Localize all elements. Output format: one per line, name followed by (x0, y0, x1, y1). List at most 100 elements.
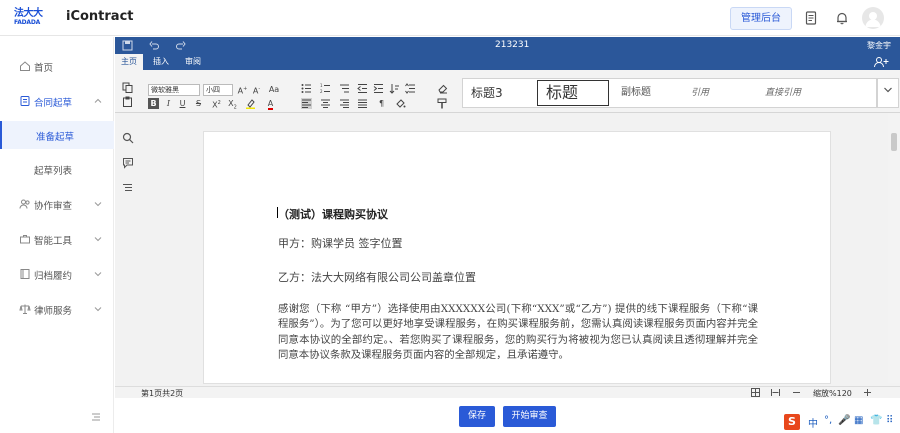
start-review-button[interactable]: 开始审查 (503, 406, 556, 427)
tab-insert[interactable]: 插入 (147, 54, 175, 70)
sidebar-item-archive[interactable]: 归档履约 (0, 260, 114, 288)
sidebar-item-label: 起草列表 (34, 166, 73, 177)
align-left-icon[interactable] (301, 98, 312, 109)
sidebar-subitem-prepare-draft[interactable]: 准备起草 (0, 121, 114, 149)
strikethrough-icon[interactable]: S (193, 98, 204, 109)
word-editor: 213231 黎金宇 主页 插入 审阅 微软雅黑 小四 A+ A- Aa B I… (115, 37, 900, 398)
formatting-toolbar: 微软雅黑 小四 A+ A- Aa B I U S X2 X2 A 12 ¶ 标题… (115, 70, 900, 113)
microphone-icon[interactable]: 🎤 (838, 415, 850, 426)
redo-icon[interactable] (175, 40, 186, 51)
font-color-icon[interactable]: A (265, 98, 276, 110)
chevron-down-icon (94, 270, 102, 278)
ime-punctuation-icon[interactable]: °, (824, 415, 832, 426)
change-case-icon[interactable]: Aa (266, 84, 282, 95)
document-icon[interactable] (803, 10, 819, 26)
bell-icon[interactable] (834, 10, 850, 26)
logo-text-cn: 法大大 (14, 8, 43, 19)
editor-user-name: 黎金宇 (867, 41, 891, 50)
skin-icon[interactable]: 👕 (870, 415, 882, 426)
svg-text:1: 1 (320, 83, 323, 88)
chevron-down-icon (94, 305, 102, 313)
bullet-list-icon[interactable] (301, 83, 312, 94)
shading-icon[interactable] (395, 98, 406, 109)
align-right-icon[interactable] (339, 98, 350, 109)
font-family-select[interactable]: 微软雅黑 (148, 84, 200, 96)
doc-heading[interactable]: （测试）课程购买协议 (278, 206, 388, 222)
style-title[interactable]: 标题 (537, 80, 609, 106)
tab-review[interactable]: 审阅 (179, 54, 207, 70)
numbered-list-icon[interactable]: 12 (320, 83, 331, 94)
users-icon (19, 198, 31, 210)
svg-text:2: 2 (320, 89, 323, 94)
keyboard-icon[interactable]: ▦ (854, 415, 863, 426)
style-quote[interactable]: 引用 (683, 79, 753, 107)
paste-icon[interactable] (122, 96, 133, 107)
scrollbar-thumb[interactable] (891, 133, 897, 151)
archive-icon (19, 268, 31, 280)
fit-page-icon[interactable] (751, 388, 760, 397)
add-user-icon[interactable] (873, 56, 889, 68)
editor-title-bar: 213231 黎金宇 (115, 37, 900, 54)
fadada-logo[interactable]: 法大大 FADADA (14, 9, 46, 29)
sort-icon[interactable] (389, 83, 400, 94)
sidebar-item-home[interactable]: 首页 (0, 52, 114, 80)
undo-icon[interactable] (149, 40, 160, 51)
justify-icon[interactable] (357, 98, 368, 109)
user-avatar[interactable] (862, 7, 884, 29)
sidebar-item-smart-tools[interactable]: 智能工具 (0, 225, 114, 253)
comment-icon[interactable] (122, 157, 134, 169)
shrink-font-icon[interactable]: A- (251, 84, 262, 96)
paragraph-mark-icon[interactable]: ¶ (376, 98, 387, 109)
home-icon (19, 60, 31, 72)
fit-width-icon[interactable] (771, 388, 780, 397)
chevron-down-icon (94, 235, 102, 243)
eraser-icon[interactable] (437, 83, 448, 94)
format-painter-icon[interactable] (437, 98, 448, 109)
subscript-icon[interactable]: X2 (227, 98, 238, 111)
zoom-in-icon[interactable] (863, 388, 872, 397)
italic-icon[interactable]: I (163, 98, 174, 109)
tab-home[interactable]: 主页 (115, 54, 143, 70)
ime-mode-chinese[interactable]: 中 (808, 415, 818, 430)
outline-icon[interactable] (122, 182, 134, 194)
document-page[interactable]: （测试）课程购买协议 甲方：购课学员 签字位置 乙方：法大大网络有限公司公司盖章… (203, 131, 831, 384)
sidebar-item-label: 首页 (34, 63, 54, 74)
highlight-icon[interactable] (245, 98, 256, 109)
style-heading3[interactable]: 标题3 (463, 79, 535, 107)
copy-icon[interactable] (122, 82, 133, 93)
ime-menu-icon[interactable]: ⠿ (886, 415, 893, 426)
doc-party-b[interactable]: 乙方：法大大网络有限公司公司盖章位置 (278, 269, 476, 285)
sidebar-item-collab-review[interactable]: 协作审查 (0, 190, 114, 218)
style-intense-quote[interactable]: 直接引用 (757, 79, 832, 107)
sidebar-item-contract-draft[interactable]: 合同起草 (0, 87, 114, 115)
grow-font-icon[interactable]: A+ (237, 84, 248, 96)
save-disk-icon[interactable] (122, 40, 133, 51)
sogou-logo-icon[interactable]: S (784, 414, 800, 430)
underline-icon[interactable]: U (177, 98, 188, 109)
doc-paragraph[interactable]: 感谢您（下称 “甲方”）选择使用由XXXXXX公司(下称“XXX”或“乙方”) … (278, 302, 758, 363)
search-icon[interactable] (122, 132, 134, 144)
align-center-icon[interactable] (320, 98, 331, 109)
sidebar-item-lawyer-service[interactable]: 律师服务 (0, 295, 114, 323)
superscript-icon[interactable]: X2 (211, 98, 222, 110)
admin-console-button[interactable]: 管理后台 (730, 7, 792, 30)
decrease-indent-icon[interactable] (357, 83, 368, 94)
styles-more-button[interactable] (877, 78, 899, 108)
increase-indent-icon[interactable] (373, 83, 384, 94)
document-title: 213231 (495, 40, 530, 50)
zoom-out-icon[interactable] (792, 388, 801, 397)
collapse-menu-icon[interactable] (90, 411, 102, 423)
sidebar-item-label: 律师服务 (34, 306, 73, 317)
font-size-select[interactable]: 小四 (203, 84, 233, 96)
multilevel-list-icon[interactable] (339, 83, 350, 94)
bold-icon[interactable]: B (148, 98, 159, 109)
top-bar: 法大大 FADADA iContract 管理后台 (0, 0, 900, 36)
contract-icon (19, 95, 31, 107)
sidebar-subitem-draft-list[interactable]: 起草列表 (0, 155, 114, 183)
doc-party-a[interactable]: 甲方：购课学员 签字位置 (278, 235, 403, 251)
style-subtitle[interactable]: 副标题 (613, 79, 681, 107)
line-spacing-icon[interactable] (405, 83, 416, 94)
vertical-scrollbar[interactable] (888, 113, 900, 383)
save-button[interactable]: 保存 (459, 406, 495, 427)
sidebar-item-label: 协作审查 (34, 201, 73, 212)
